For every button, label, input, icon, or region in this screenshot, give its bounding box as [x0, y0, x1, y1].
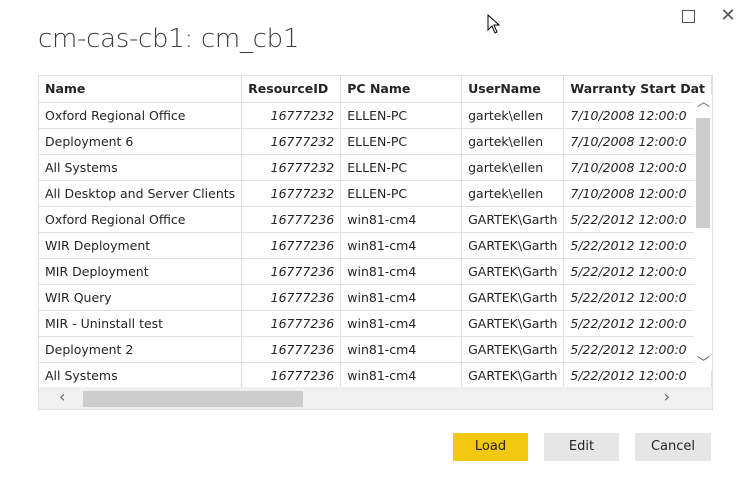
resourceid-cell: 16777232 — [241, 180, 342, 207]
column-header-resourceid[interactable]: ResourceID — [241, 76, 342, 103]
warranty-date-cell: 5/22/2012 12:00:0 — [563, 206, 712, 233]
resourceid-cell: 16777236 — [241, 232, 342, 259]
resourceid-cell: 16777232 — [241, 154, 342, 181]
username-cell: GARTEK\Garth — [461, 206, 565, 233]
close-icon[interactable]: ✕ — [720, 7, 736, 25]
header-row: Name ResourceID PC Name UserName Warrant… — [39, 76, 712, 103]
username-cell: GARTEK\Garth — [461, 310, 565, 337]
resourceid-cell: 16777236 — [241, 310, 342, 337]
resourceid-cell: 16777232 — [241, 102, 342, 129]
pc-name-cell: win81-cm4 — [340, 206, 463, 233]
pc-name-cell: win81-cm4 — [340, 362, 463, 389]
table-row[interactable]: WIR Query 16777236 win81-cm4 GARTEK\Garth 5/… — [39, 284, 712, 311]
pc-name-cell: ELLEN-PC — [340, 128, 463, 155]
table-row[interactable]: Oxford Regional Office 16777232 ELLEN-PC ga… — [39, 102, 712, 129]
name-cell: All Systems — [39, 362, 243, 389]
username-cell: GARTEK\Garth — [461, 362, 565, 389]
name-cell: All Desktop and Server Clients — [39, 180, 243, 207]
name-cell: Deployment 6 — [39, 128, 243, 155]
username-cell: gartek\ellen — [461, 180, 565, 207]
table-row[interactable]: All Systems 16777236 win81-cm4 GARTEK\Garth… — [39, 362, 712, 389]
warranty-date-cell: 5/22/2012 12:00:0 — [563, 336, 712, 363]
warranty-date-cell: 7/10/2008 12:00:0 — [563, 102, 712, 129]
name-cell: All Systems — [39, 154, 243, 181]
horizontal-scroll-thumb[interactable] — [83, 391, 303, 407]
username-cell: GARTEK\Garth — [461, 284, 565, 311]
resourceid-cell: 16777232 — [241, 128, 342, 155]
edit-button[interactable]: Edit — [544, 433, 619, 461]
maximize-icon[interactable] — [681, 8, 697, 24]
username-cell: gartek\ellen — [461, 128, 565, 155]
warranty-date-cell: 5/22/2012 12:00:0 — [563, 310, 712, 337]
warranty-date-cell: 7/10/2008 12:00:0 — [563, 128, 712, 155]
pc-name-cell: win81-cm4 — [340, 284, 463, 311]
table-row[interactable]: MIR - Uninstall test 16777236 win81-cm4 GAR… — [39, 310, 712, 337]
pc-name-cell: win81-cm4 — [340, 258, 463, 285]
pc-name-cell: win81-cm4 — [340, 232, 463, 259]
column-header-name[interactable]: Name — [39, 76, 243, 103]
chevron-up-icon[interactable]: ︿ — [697, 96, 710, 110]
resourceid-cell: 16777236 — [241, 206, 342, 233]
warranty-date-cell: 5/22/2012 12:00:0 — [563, 258, 712, 285]
mouse-cursor-icon — [487, 14, 501, 34]
username-cell: gartek\ellen — [461, 102, 565, 129]
pc-name-cell: ELLEN-PC — [340, 102, 463, 129]
warranty-date-cell: 5/22/2012 12:00:0 — [563, 362, 712, 389]
warranty-date-cell: 7/10/2008 12:00:0 — [563, 180, 712, 207]
vertical-scroll-thumb[interactable] — [696, 118, 710, 228]
column-header-warranty-start-date[interactable]: Warranty Start Dat — [563, 76, 712, 103]
data-preview-grid[interactable]: Name ResourceID PC Name UserName Warrant… — [38, 75, 713, 410]
vertical-scrollbar[interactable]: ︿ ﹀ — [694, 94, 712, 371]
column-header-username[interactable]: UserName — [461, 76, 565, 103]
resourceid-cell: 16777236 — [241, 258, 342, 285]
column-header-pc-name[interactable]: PC Name — [340, 76, 463, 103]
horizontal-scrollbar[interactable]: ‹ › — [39, 387, 712, 409]
table-row[interactable]: Deployment 6 16777232 ELLEN-PC gartek\ellen… — [39, 128, 712, 155]
chevron-right-icon[interactable]: › — [664, 389, 670, 405]
resourceid-cell: 16777236 — [241, 362, 342, 389]
table-row[interactable]: Deployment 2 16777236 win81-cm4 GARTEK\Gart… — [39, 336, 712, 363]
table-row[interactable]: MIR Deployment 16777236 win81-cm4 GARTEK\Ga… — [39, 258, 712, 285]
warranty-date-cell: 5/22/2012 12:00:0 — [563, 284, 712, 311]
pc-name-cell: ELLEN-PC — [340, 154, 463, 181]
resourceid-cell: 16777236 — [241, 284, 342, 311]
table-row[interactable]: WIR Deployment 16777236 win81-cm4 GARTEK\Ga… — [39, 232, 712, 259]
data-table: Name ResourceID PC Name UserName Warrant… — [39, 76, 712, 389]
name-cell: MIR Deployment — [39, 258, 243, 285]
dialog-title: cm-cas-cb1: cm_cb1 — [38, 24, 300, 54]
name-cell: Deployment 2 — [39, 336, 243, 363]
chevron-left-icon[interactable]: ‹ — [59, 389, 65, 405]
pc-name-cell: win81-cm4 — [340, 336, 463, 363]
resourceid-cell: 16777236 — [241, 336, 342, 363]
name-cell: WIR Deployment — [39, 232, 243, 259]
name-cell: Oxford Regional Office — [39, 102, 243, 129]
username-cell: GARTEK\Garth — [461, 232, 565, 259]
cancel-button[interactable]: Cancel — [635, 433, 711, 461]
chevron-down-icon[interactable]: ﹀ — [697, 357, 710, 371]
name-cell: Oxford Regional Office — [39, 206, 243, 233]
username-cell: GARTEK\Garth — [461, 258, 565, 285]
username-cell: gartek\ellen — [461, 154, 565, 181]
table-row[interactable]: All Systems 16777232 ELLEN-PC gartek\ellen 7… — [39, 154, 712, 181]
table-row[interactable]: All Desktop and Server Clients 16777232 EL… — [39, 180, 712, 207]
name-cell: MIR - Uninstall test — [39, 310, 243, 337]
pc-name-cell: win81-cm4 — [340, 310, 463, 337]
warranty-date-cell: 7/10/2008 12:00:0 — [563, 154, 712, 181]
warranty-date-cell: 5/22/2012 12:00:0 — [563, 232, 712, 259]
pc-name-cell: ELLEN-PC — [340, 180, 463, 207]
name-cell: WIR Query — [39, 284, 243, 311]
table-row[interactable]: Oxford Regional Office 16777236 win81-cm4 G… — [39, 206, 712, 233]
load-button[interactable]: Load — [453, 433, 528, 461]
username-cell: GARTEK\Garth — [461, 336, 565, 363]
